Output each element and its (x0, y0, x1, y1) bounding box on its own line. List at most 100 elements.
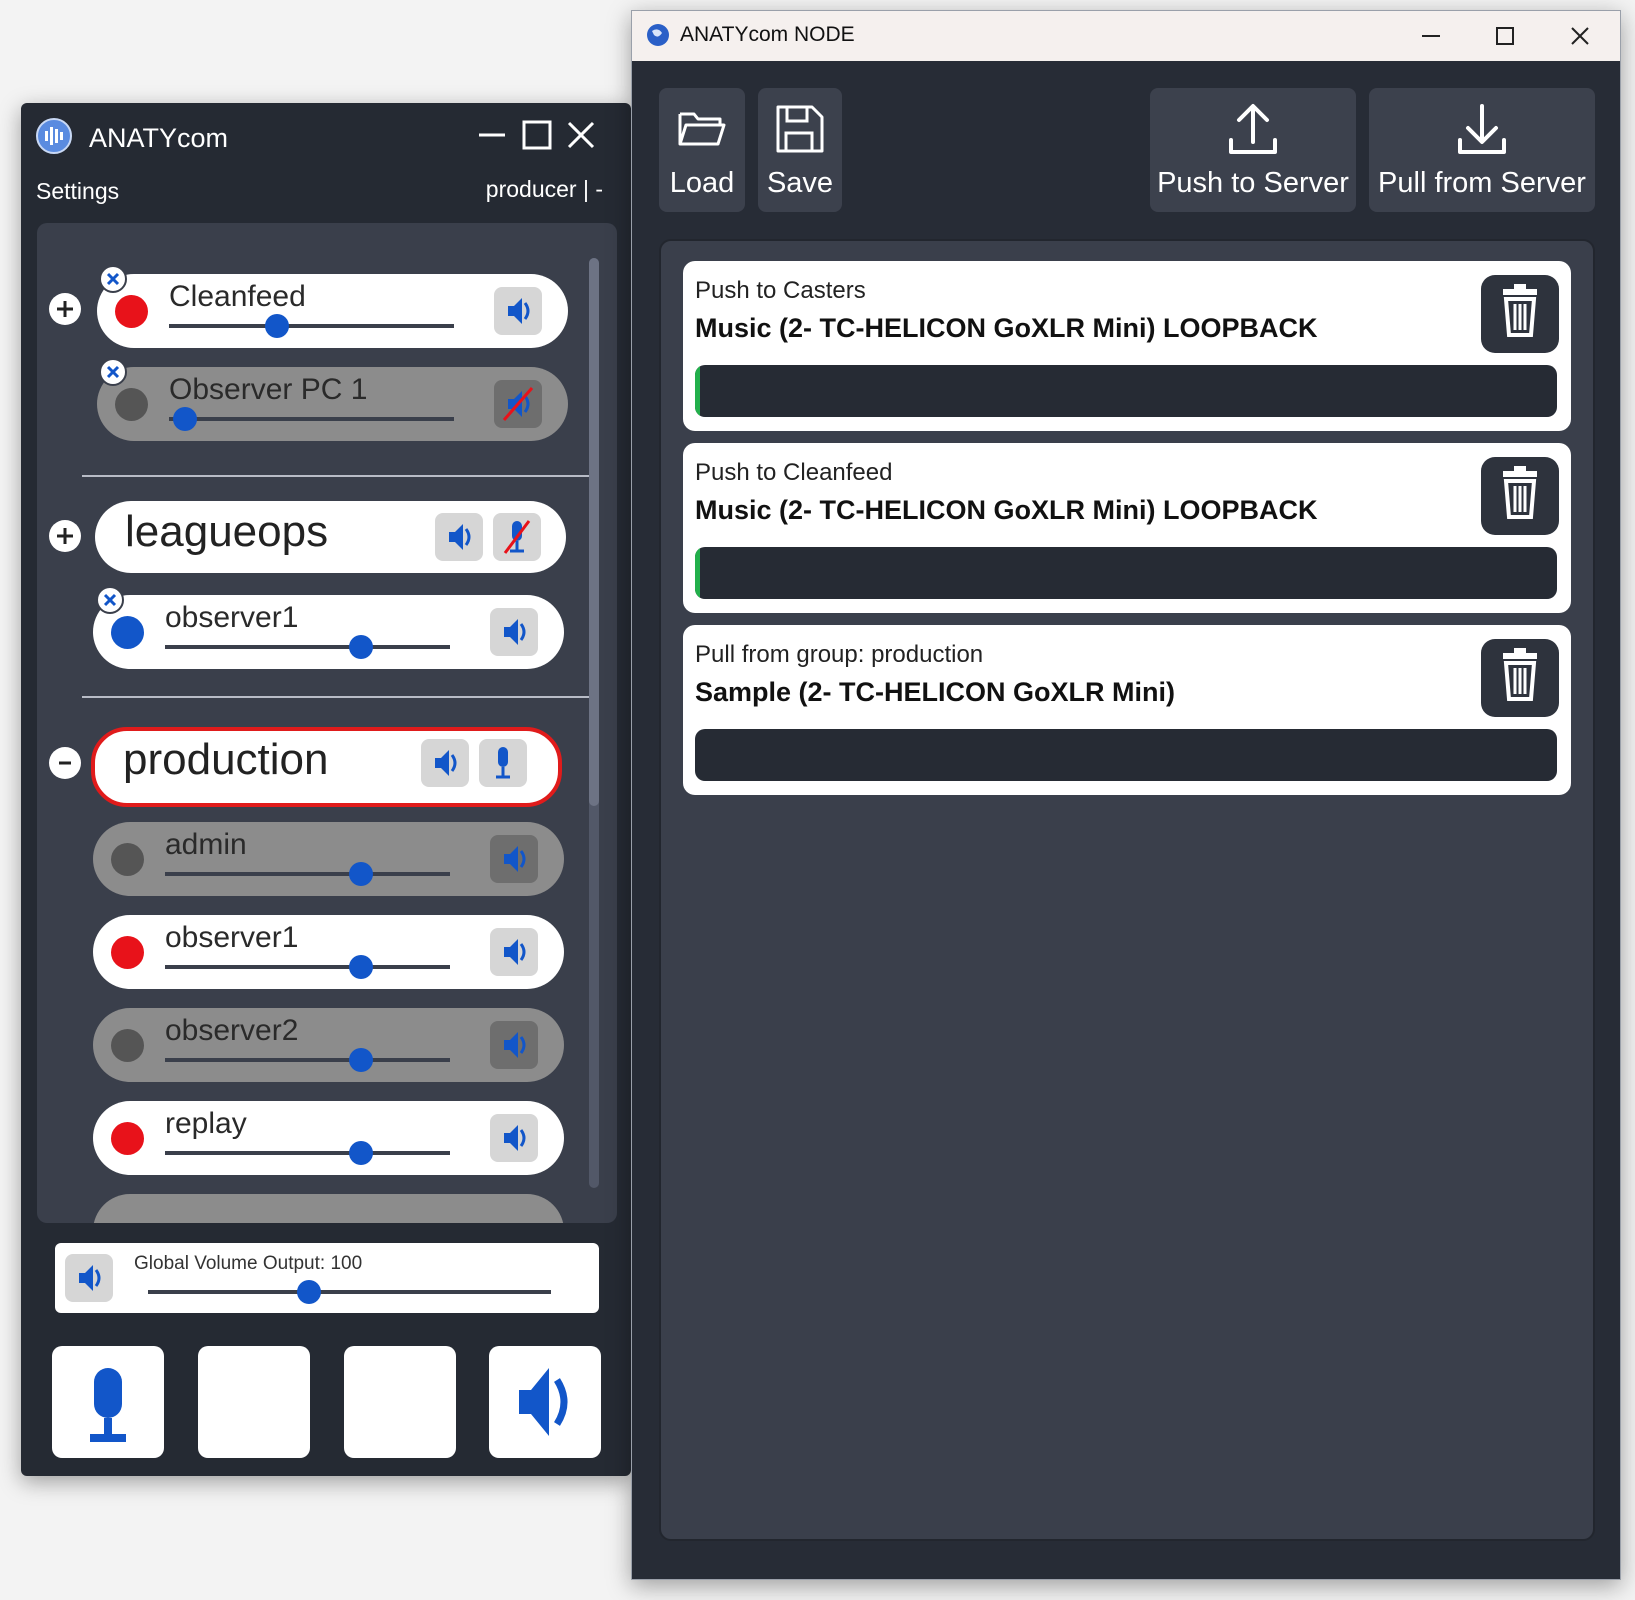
remove-stream-icon[interactable] (96, 586, 124, 614)
speaker-button[interactable] (490, 928, 538, 976)
volume-slider[interactable] (165, 1151, 450, 1155)
mic-icon (496, 747, 510, 779)
group-speaker-button[interactable] (435, 513, 483, 561)
scrollbar[interactable] (589, 258, 599, 1188)
mic-icon (90, 1368, 126, 1442)
volume-knob[interactable] (349, 955, 373, 979)
route-type: Push to Casters (695, 277, 866, 304)
speaker-button[interactable] (490, 835, 538, 883)
anatycom-node-window: ANATYcom NODE Load Save Push to Server P… (631, 10, 1621, 1580)
minimize-icon[interactable] (476, 119, 508, 151)
stream-name: Observer PC 1 (169, 373, 368, 406)
group-list[interactable]: Cleanfeed Observer PC 1 leagueops observ… (37, 223, 617, 1223)
blank-button-1[interactable] (198, 1346, 310, 1458)
maximize-icon[interactable] (1494, 25, 1516, 47)
blank-button-2[interactable] (344, 1346, 456, 1458)
volume-knob[interactable] (349, 1048, 373, 1072)
status-dot (111, 843, 144, 876)
speaker-button[interactable] (494, 287, 542, 335)
save-button[interactable]: Save (758, 88, 842, 212)
delete-route-button[interactable] (1481, 275, 1559, 353)
group-leagueops[interactable]: leagueops (95, 501, 566, 573)
stream-row-admin[interactable]: admin (93, 822, 564, 896)
title-bar: ANATYcom NODE (632, 11, 1620, 61)
push-label: Push to Server (1157, 167, 1349, 199)
remove-stream-icon[interactable] (99, 358, 127, 386)
volume-slider[interactable] (169, 417, 454, 421)
volume-knob[interactable] (349, 635, 373, 659)
volume-slider[interactable] (165, 872, 450, 876)
volume-slider[interactable] (165, 965, 450, 969)
pull-label: Pull from Server (1378, 167, 1586, 199)
maximize-icon[interactable] (521, 119, 553, 151)
speaker-toggle-button[interactable] (489, 1346, 601, 1458)
stream-row-observer1[interactable]: observer1 (93, 595, 564, 669)
global-volume-knob[interactable] (297, 1280, 321, 1304)
volume-knob[interactable] (173, 407, 197, 431)
group-production-selected[interactable]: production (91, 727, 562, 807)
volume-knob[interactable] (265, 314, 289, 338)
settings-menu[interactable]: Settings (36, 178, 119, 205)
stream-name: observer1 (165, 921, 299, 954)
pull-from-server-button[interactable]: Pull from Server (1369, 88, 1595, 212)
volume-knob[interactable] (349, 1141, 373, 1165)
stream-row-partial[interactable] (93, 1194, 564, 1223)
window-title: ANATYcom NODE (680, 23, 855, 46)
trash-icon (1503, 648, 1537, 701)
trash-icon (1503, 466, 1537, 519)
group-mic-button[interactable] (479, 739, 527, 787)
speaker-icon (435, 750, 457, 776)
status-dot (111, 616, 144, 649)
route-device: Sample (2- TC-HELICON GoXLR Mini) (695, 677, 1176, 707)
load-button[interactable]: Load (659, 88, 745, 212)
route-device: Music (2- TC-HELICON GoXLR Mini) LOOPBAC… (695, 495, 1318, 525)
delete-route-button[interactable] (1481, 639, 1559, 717)
volume-knob[interactable] (349, 862, 373, 886)
stream-name: admin (165, 828, 247, 861)
global-speaker-button[interactable] (65, 1254, 113, 1302)
window-title: ANATYcom (89, 123, 229, 153)
speaker-button[interactable] (490, 1021, 538, 1069)
speaker-button[interactable] (490, 608, 538, 656)
mic-muted-icon (503, 520, 531, 554)
stream-row-observer-pc-1[interactable]: Observer PC 1 (97, 367, 568, 441)
close-icon[interactable] (565, 119, 597, 151)
group-speaker-button[interactable] (421, 739, 469, 787)
group-mic-button[interactable] (493, 513, 541, 561)
global-volume-panel: Global Volume Output: 100 (55, 1243, 599, 1313)
stream-row-replay[interactable]: replay (93, 1101, 564, 1175)
upload-icon (1229, 104, 1277, 154)
level-fill (695, 547, 701, 599)
close-icon[interactable] (1569, 25, 1591, 47)
push-to-server-button[interactable]: Push to Server (1150, 88, 1356, 212)
scrollbar-thumb[interactable] (589, 258, 599, 806)
collapse-button[interactable] (49, 747, 81, 779)
volume-slider[interactable] (165, 1058, 450, 1062)
stream-row-cleanfeed[interactable]: Cleanfeed (97, 274, 568, 348)
speaker-button[interactable] (490, 1114, 538, 1162)
speaker-icon (449, 524, 471, 550)
stream-row-observer1[interactable]: observer1 (93, 915, 564, 989)
speaker-button[interactable] (494, 380, 542, 428)
global-volume-slider[interactable] (148, 1290, 551, 1294)
status-dot (115, 388, 148, 421)
group-divider (82, 475, 594, 477)
trash-icon (1503, 284, 1537, 337)
speaker-muted-icon (502, 387, 534, 421)
volume-slider[interactable] (165, 645, 450, 649)
minimize-icon[interactable] (1420, 25, 1442, 47)
speaker-icon (508, 298, 530, 324)
route-card: Pull from group: production Sample (2- T… (683, 625, 1571, 795)
status-dot (111, 1122, 144, 1155)
mic-toggle-button[interactable] (52, 1346, 164, 1458)
delete-route-button[interactable] (1481, 457, 1559, 535)
route-card: Push to Cleanfeed Music (2- TC-HELICON G… (683, 443, 1571, 613)
expand-button[interactable] (49, 293, 81, 325)
globe-icon (647, 24, 669, 46)
level-meter (695, 547, 1557, 599)
remove-stream-icon[interactable] (99, 265, 127, 293)
save-icon (776, 105, 824, 153)
volume-slider[interactable] (169, 324, 454, 328)
stream-row-observer2[interactable]: observer2 (93, 1008, 564, 1082)
expand-button[interactable] (49, 520, 81, 552)
